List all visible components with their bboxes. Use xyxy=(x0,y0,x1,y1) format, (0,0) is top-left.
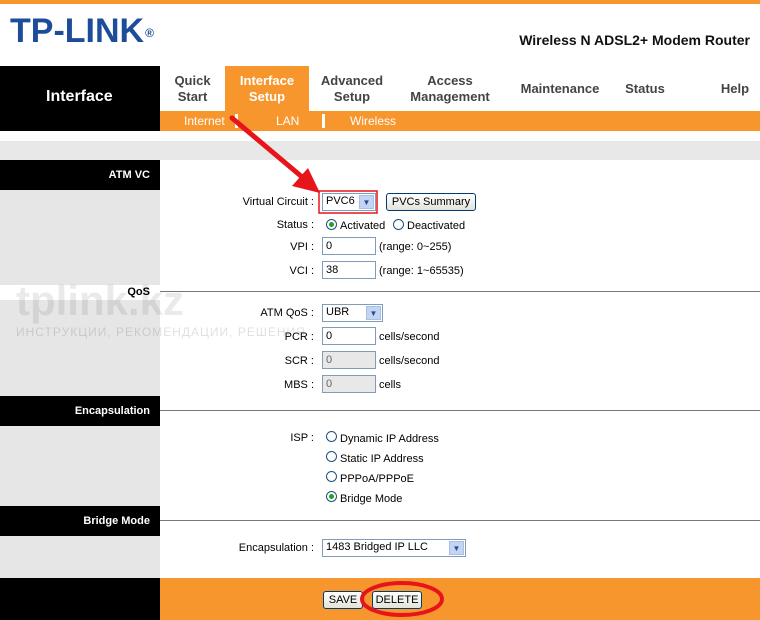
red-arrow-annotation xyxy=(229,115,320,193)
delete-circle-annotation xyxy=(360,581,444,617)
annotation-overlay xyxy=(229,115,444,617)
virtual-circuit-highlight xyxy=(318,190,378,214)
